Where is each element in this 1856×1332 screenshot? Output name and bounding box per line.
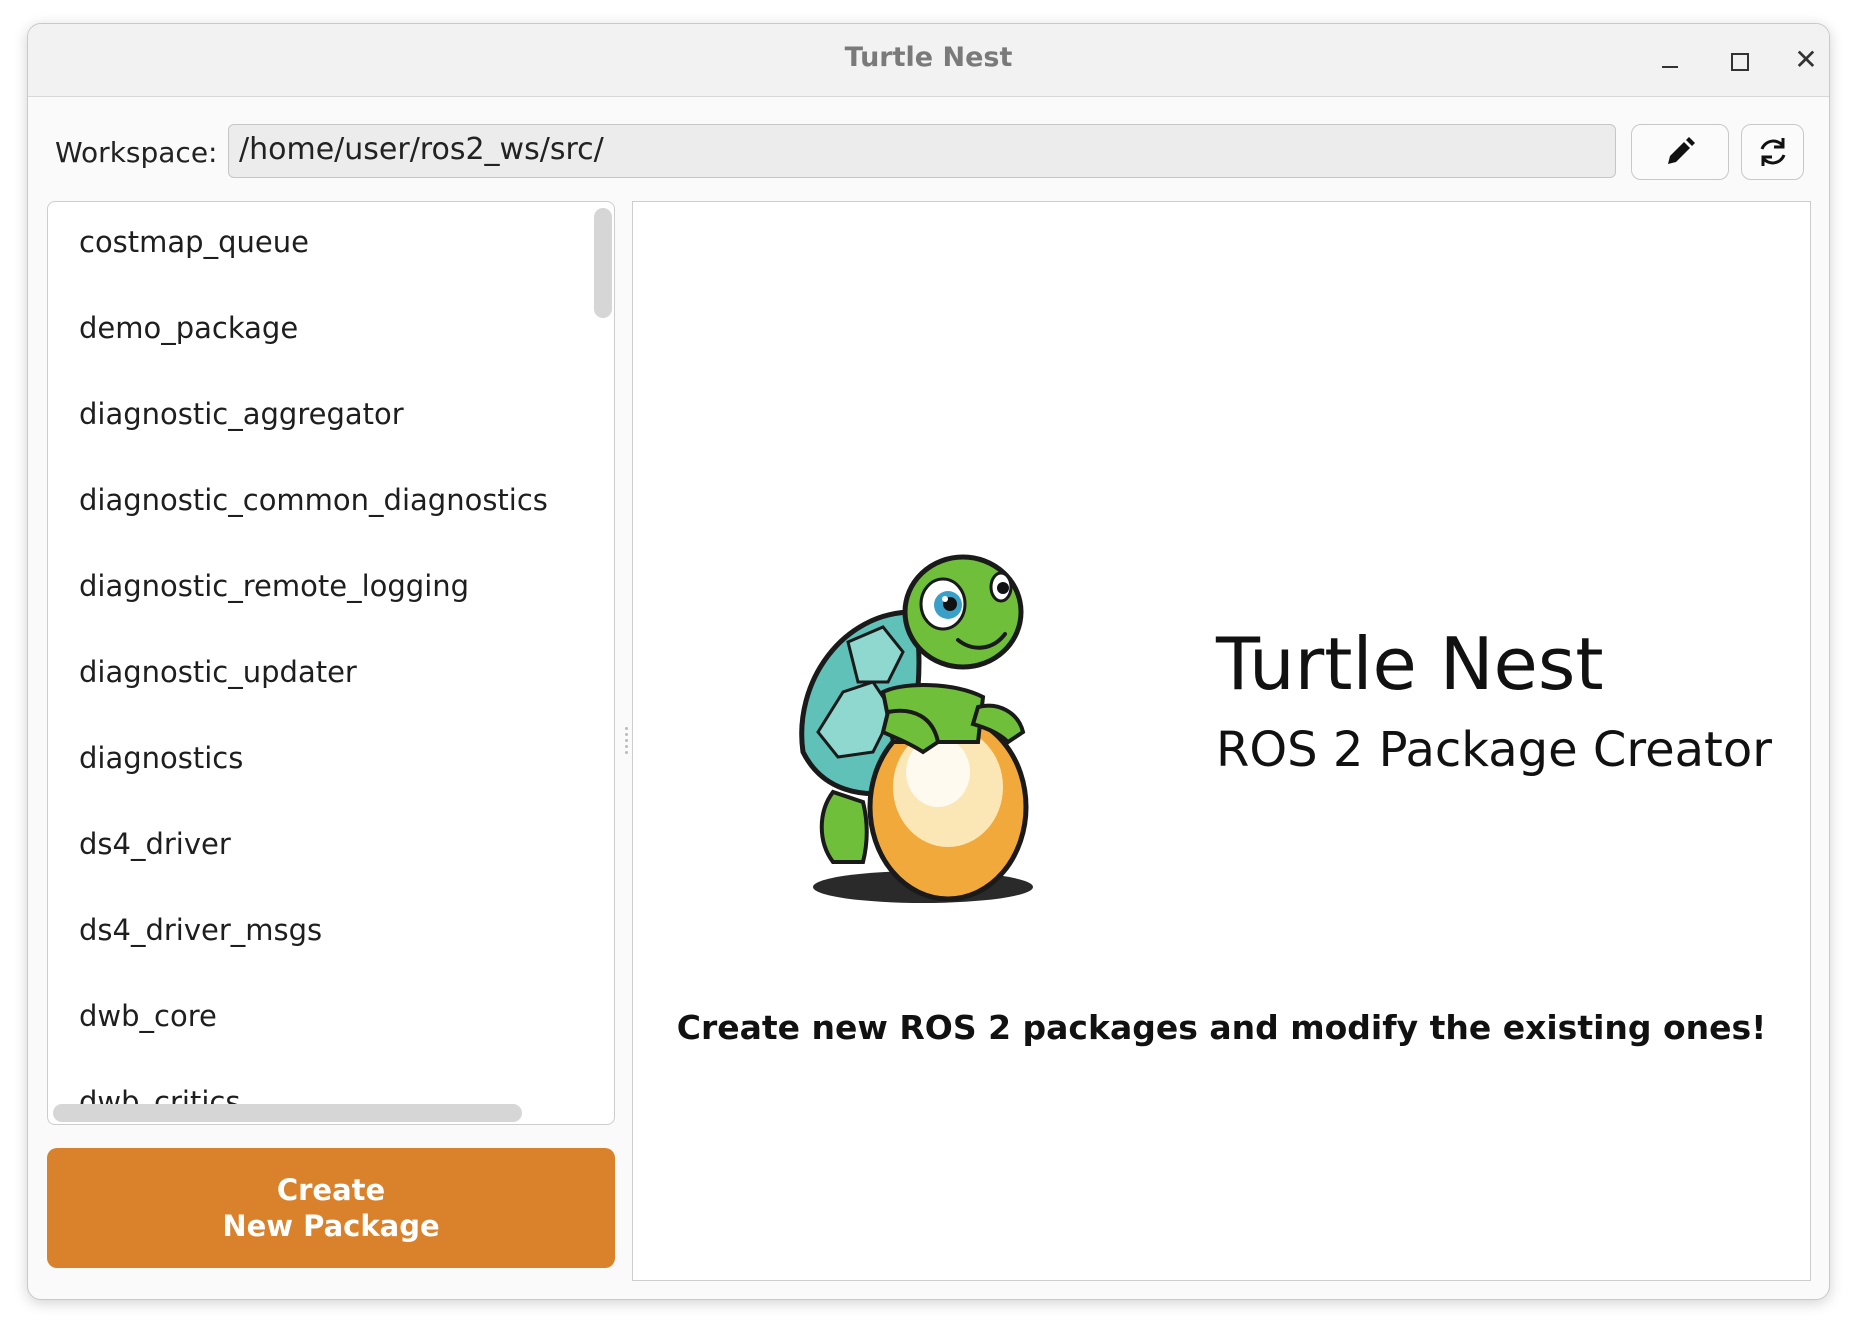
- app-window: Turtle Nest ✕ Workspace: /home/user/ros2…: [27, 23, 1830, 1300]
- title-bar[interactable]: Turtle Nest ✕: [28, 24, 1829, 97]
- list-item[interactable]: diagnostics: [79, 741, 243, 775]
- workspace-path-field[interactable]: /home/user/ros2_ws/src/: [228, 124, 1616, 178]
- list-item[interactable]: ds4_driver_msgs: [79, 913, 322, 947]
- workspace-label: Workspace:: [55, 136, 218, 169]
- list-item[interactable]: diagnostic_common_diagnostics: [79, 483, 548, 517]
- welcome-panel: Turtle Nest ROS 2 Package Creator Create…: [632, 201, 1811, 1281]
- edit-workspace-button[interactable]: [1631, 124, 1729, 180]
- list-item[interactable]: ds4_driver: [79, 827, 231, 861]
- refresh-icon: [1760, 138, 1785, 166]
- create-button-line2: New Package: [222, 1209, 440, 1243]
- window-title: Turtle Nest: [844, 42, 1013, 73]
- horizontal-scrollbar[interactable]: [53, 1104, 522, 1122]
- refresh-button[interactable]: [1741, 124, 1804, 180]
- tagline: Create new ROS 2 packages and modify the…: [676, 1008, 1767, 1047]
- package-list[interactable]: costmap_queue demo_package diagnostic_ag…: [47, 201, 615, 1125]
- list-item[interactable]: demo_package: [79, 311, 298, 345]
- list-item[interactable]: diagnostic_updater: [79, 655, 357, 689]
- maximize-icon[interactable]: [1724, 46, 1752, 74]
- list-item[interactable]: costmap_queue: [79, 225, 309, 259]
- panel-splitter[interactable]: [623, 727, 629, 761]
- list-item[interactable]: diagnostic_aggregator: [79, 397, 404, 431]
- pencil-icon: [1668, 137, 1695, 164]
- minimize-icon[interactable]: [1656, 46, 1684, 74]
- list-item[interactable]: diagnostic_remote_logging: [79, 569, 469, 603]
- turtle-logo: [799, 554, 1033, 903]
- vertical-scrollbar[interactable]: [594, 208, 612, 318]
- app-title: Turtle Nest: [1216, 622, 1604, 706]
- app-subtitle: ROS 2 Package Creator: [1216, 722, 1772, 778]
- create-button-line1: Create: [276, 1173, 386, 1207]
- create-new-package-button[interactable]: Create New Package: [47, 1148, 615, 1268]
- close-icon[interactable]: ✕: [1792, 46, 1820, 74]
- list-item[interactable]: dwb_core: [79, 999, 217, 1033]
